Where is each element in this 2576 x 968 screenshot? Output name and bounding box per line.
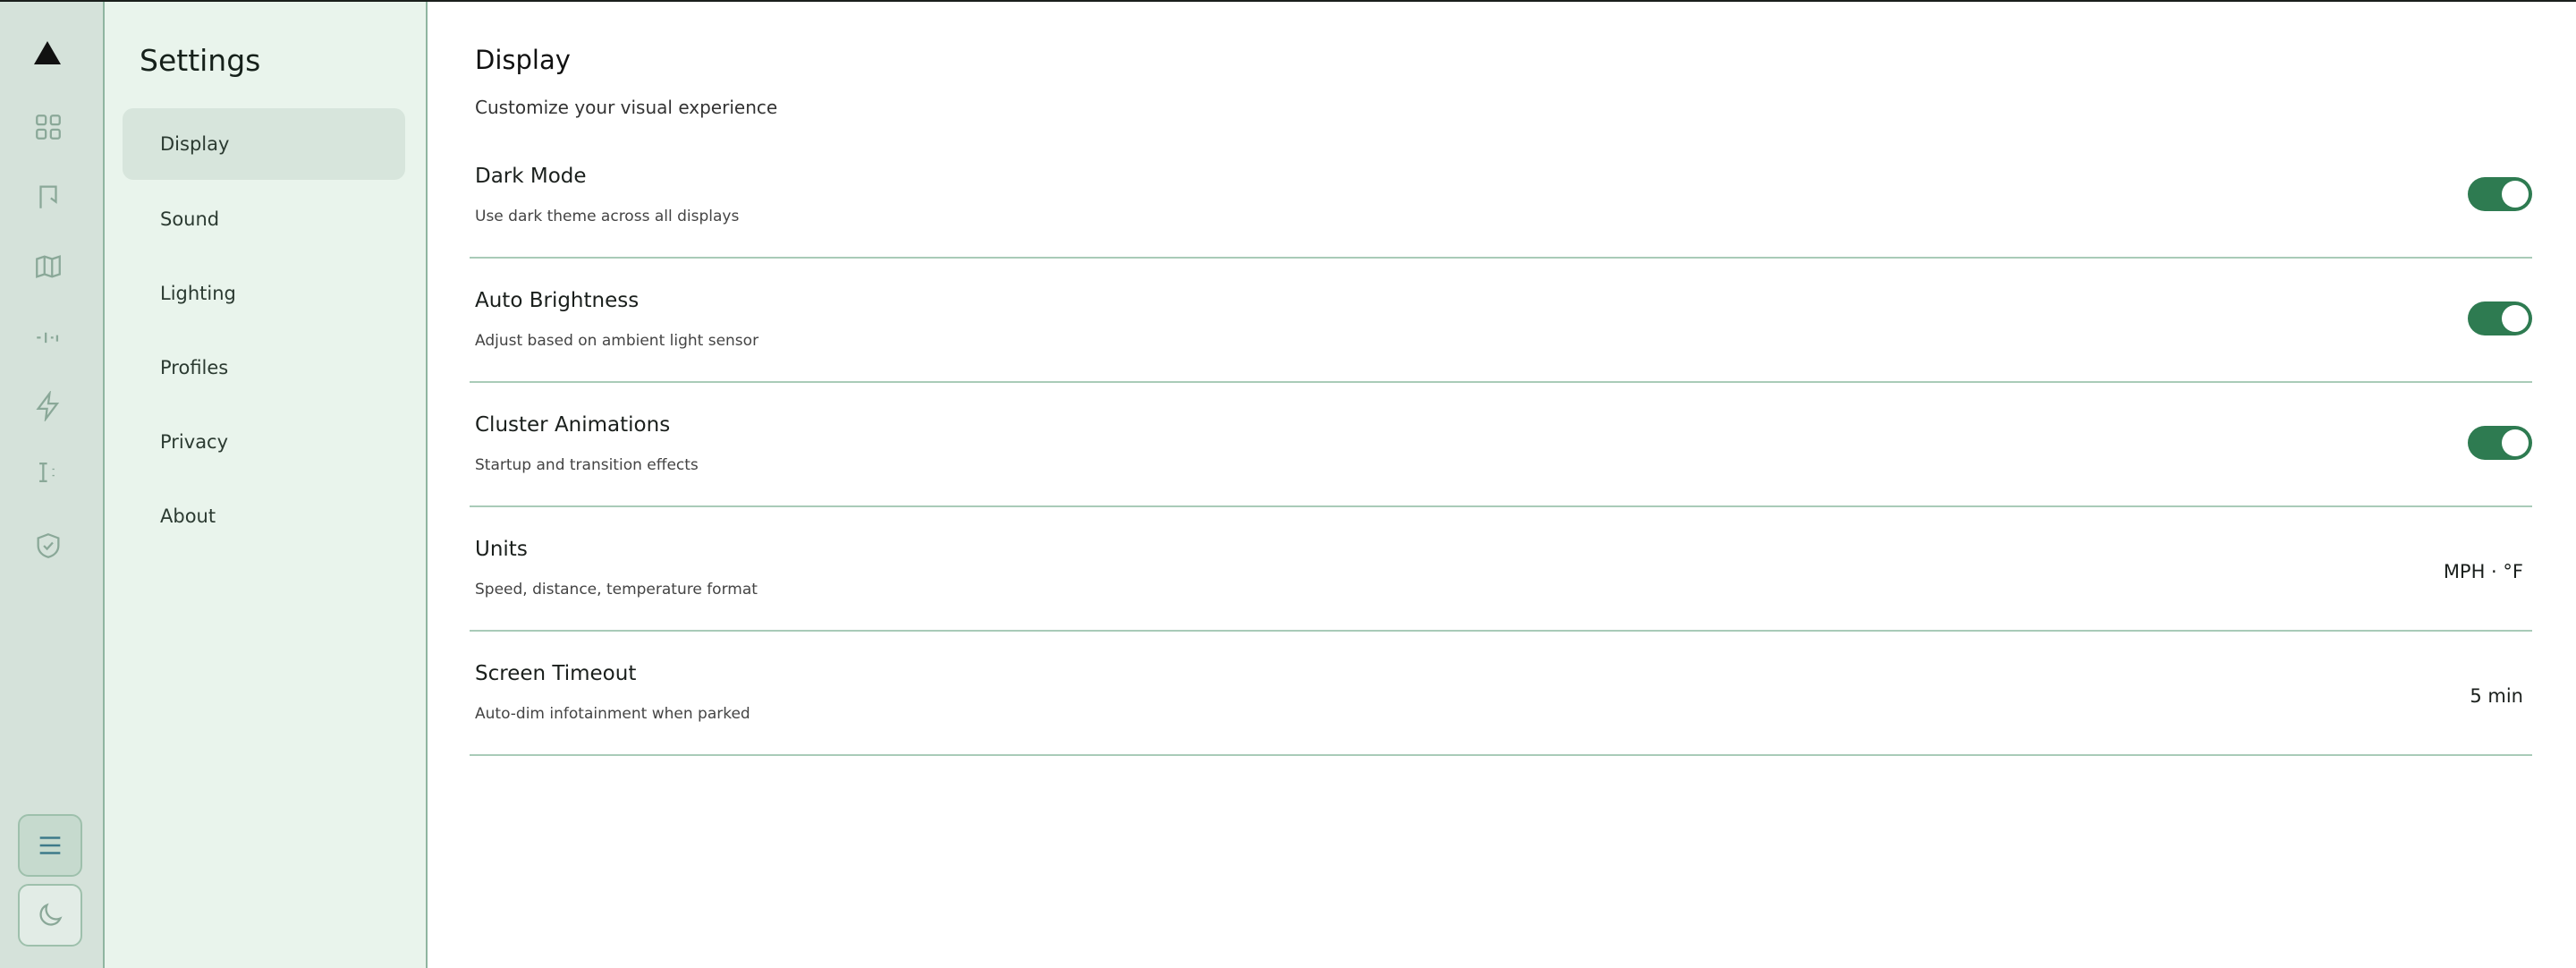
stats-icon[interactable] xyxy=(32,320,64,352)
sidebar-item-label: Privacy xyxy=(160,431,229,453)
settings-sidebar: Settings Display Sound Lighting Profiles… xyxy=(105,2,428,968)
page-subtitle: Customize your visual experience xyxy=(475,97,778,118)
menu-button[interactable] xyxy=(18,814,82,877)
setting-title: Auto Brightness xyxy=(475,289,640,312)
sidebar-item-lighting[interactable]: Lighting xyxy=(123,258,405,329)
setting-row-units[interactable]: Units Speed, distance, temperature forma… xyxy=(470,507,2532,632)
bolt-icon[interactable] xyxy=(32,390,64,422)
auto-brightness-toggle[interactable] xyxy=(2468,301,2532,335)
toggle-knob xyxy=(2502,181,2529,208)
screen-timeout-value[interactable]: 5 min xyxy=(2470,685,2523,707)
shield-check-icon[interactable] xyxy=(32,530,64,562)
sidebar-item-label: Profiles xyxy=(160,357,229,378)
display-settings-panel: Display Customize your visual experience… xyxy=(428,2,2576,968)
logo-icon[interactable] xyxy=(34,41,61,64)
toggle-knob xyxy=(2502,305,2529,332)
setting-title: Dark Mode xyxy=(475,165,587,188)
dark-mode-toggle[interactable] xyxy=(2468,177,2532,211)
cluster-animations-toggle[interactable] xyxy=(2468,426,2532,460)
toggle-knob xyxy=(2502,429,2529,456)
setting-title: Units xyxy=(475,538,528,561)
sidebar-title: Settings xyxy=(140,43,261,78)
parking-icon[interactable] xyxy=(32,456,64,488)
setting-title: Screen Timeout xyxy=(475,662,637,685)
menu-icon xyxy=(39,836,61,854)
setting-description: Auto-dim infotainment when parked xyxy=(475,705,750,723)
setting-description: Adjust based on ambient light sensor xyxy=(475,332,759,350)
setting-description: Speed, distance, temperature format xyxy=(475,581,758,599)
units-value[interactable]: MPH · °F xyxy=(2444,561,2523,582)
night-mode-button[interactable] xyxy=(18,884,82,947)
bookmark-icon[interactable] xyxy=(32,181,64,213)
page-title: Display xyxy=(475,45,571,75)
setting-row-cluster-animations: Cluster Animations Startup and transitio… xyxy=(470,383,2532,507)
sidebar-item-profiles[interactable]: Profiles xyxy=(123,332,405,403)
moon-icon xyxy=(39,903,63,926)
sidebar-item-display[interactable]: Display xyxy=(123,108,405,180)
app-window: Settings Display Sound Lighting Profiles… xyxy=(0,0,2576,968)
sidebar-item-about[interactable]: About xyxy=(123,480,405,552)
sidebar-item-sound[interactable]: Sound xyxy=(123,183,405,255)
sidebar-item-label: Sound xyxy=(160,208,220,230)
setting-title: Cluster Animations xyxy=(475,413,671,437)
sidebar-item-label: Lighting xyxy=(160,283,236,304)
icon-rail xyxy=(0,2,105,968)
sidebar-item-label: About xyxy=(160,505,216,527)
setting-row-screen-timeout[interactable]: Screen Timeout Auto-dim infotainment whe… xyxy=(470,632,2532,756)
setting-description: Use dark theme across all displays xyxy=(475,208,740,225)
setting-row-auto-brightness: Auto Brightness Adjust based on ambient … xyxy=(470,259,2532,383)
setting-row-dark-mode: Dark Mode Use dark theme across all disp… xyxy=(470,134,2532,259)
sidebar-item-privacy[interactable]: Privacy xyxy=(123,406,405,478)
sidebar-item-label: Display xyxy=(160,133,230,155)
apps-grid-icon[interactable] xyxy=(32,111,64,143)
setting-description: Startup and transition effects xyxy=(475,456,699,474)
map-icon[interactable] xyxy=(32,250,64,283)
